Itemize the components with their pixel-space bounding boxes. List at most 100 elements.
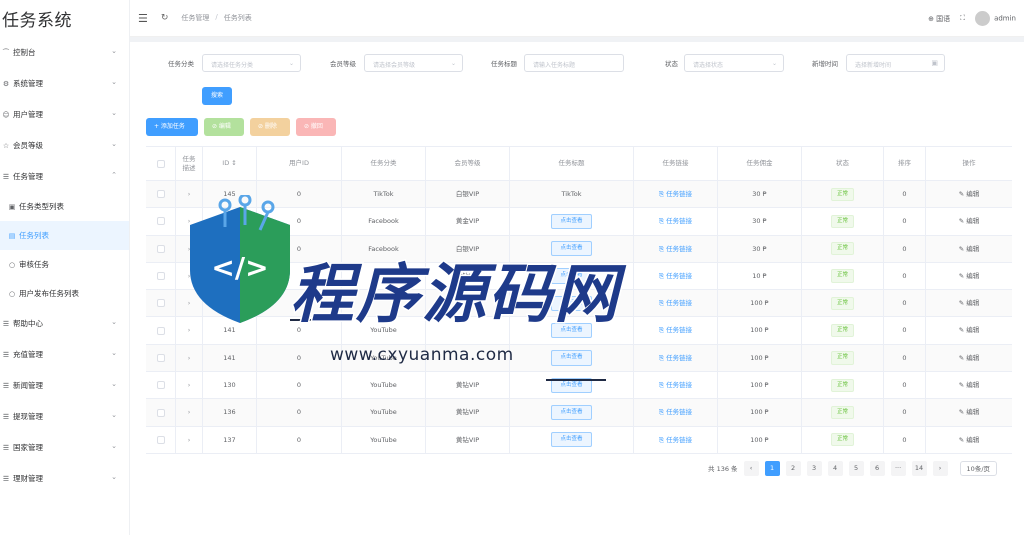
username: admin <box>994 14 1016 23</box>
row-edit-button[interactable]: ✎ 编辑 <box>959 436 980 444</box>
hamburger-icon[interactable]: ☰ <box>138 12 148 25</box>
page-button[interactable]: 2 <box>785 460 801 476</box>
row-checkbox[interactable] <box>156 299 165 308</box>
select-all-checkbox[interactable] <box>156 159 165 168</box>
uid-cell: 0 <box>257 426 342 453</box>
view-title-button[interactable]: 点击查看 <box>551 432 592 448</box>
add-task-button[interactable]: + 添加任务 <box>146 118 198 136</box>
sort-cell: 0 <box>884 344 926 372</box>
page-button[interactable]: 1 <box>764 460 780 476</box>
row-checkbox[interactable] <box>156 244 165 253</box>
fullscreen-icon[interactable]: ⛶ <box>960 14 965 23</box>
row-edit-button[interactable]: ✎ 编辑 <box>959 272 980 280</box>
row-checkbox[interactable] <box>156 326 165 335</box>
row-checkbox[interactable] <box>156 408 165 417</box>
task-link[interactable]: ⎘ 任务链接 <box>659 272 692 280</box>
page-button[interactable]: ··· <box>890 460 906 476</box>
status-cell: 正常 <box>802 290 884 317</box>
page-button[interactable]: 6 <box>869 460 885 476</box>
row-checkbox[interactable] <box>156 217 165 226</box>
delete-button[interactable]: ⊘ 删除 <box>250 118 290 136</box>
select-all-checkbox-cell[interactable] <box>146 147 176 180</box>
language-switch[interactable]: ⊕ 国语 <box>928 14 950 24</box>
view-title-button[interactable]: 点击查看 <box>551 404 592 421</box>
page-button[interactable]: 14 <box>911 460 927 476</box>
sort-cell: 0 <box>884 235 926 262</box>
sidebar-subitem[interactable]: ○ 用户发布任务列表 <box>0 279 129 308</box>
withdraw-button[interactable]: ⊘ 撤回 <box>296 118 336 136</box>
status-filter-label: 状态 <box>665 60 678 68</box>
sort-cell: 0 <box>884 181 926 208</box>
page-button[interactable]: 3 <box>806 460 822 476</box>
row-checkbox-cell <box>146 181 176 208</box>
column-header: 任务 描述 <box>176 147 203 180</box>
task-link[interactable]: ⎘ 任务链接 <box>659 299 692 307</box>
row-edit-button[interactable]: ✎ 编辑 <box>959 217 980 225</box>
page-button[interactable]: 4 <box>827 460 843 476</box>
sidebar-item[interactable]: ☺ 用户管理 ⌄ <box>0 99 129 130</box>
sidebar-item[interactable]: ☰ 充值管理 ⌄ <box>0 339 129 370</box>
sidebar-item[interactable]: ☰ 国家管理 ⌄ <box>0 432 129 463</box>
time-filter-label: 新增时间 <box>812 60 838 68</box>
level-cell: 黄钻VIP <box>426 399 510 426</box>
row-edit-button[interactable]: ✎ 编辑 <box>959 408 980 416</box>
sidebar-item[interactable]: ☰ 新闻管理 ⌄ <box>0 370 129 401</box>
row-checkbox[interactable] <box>156 435 165 444</box>
sidebar-item[interactable]: ☰ 提现管理 ⌄ <box>0 401 129 432</box>
sidebar-subitem[interactable]: ▣ 任务类型列表 <box>0 192 129 221</box>
expand-icon[interactable]: › <box>188 436 191 444</box>
user-menu[interactable]: admin <box>975 11 1016 26</box>
level-filter-select[interactable]: 请选择会员等级 ⌄ <box>364 54 463 72</box>
row-edit-button[interactable]: ✎ 编辑 <box>959 381 980 389</box>
sidebar-subitem[interactable]: ○ 审核任务 <box>0 250 129 279</box>
status-filter-select[interactable]: 请选择状态 ⌄ <box>684 54 784 72</box>
task-link[interactable]: ⎘ 任务链接 <box>659 408 692 416</box>
menu-icon: ☆ <box>2 141 10 150</box>
row-edit-button[interactable]: ✎ 编辑 <box>959 354 980 362</box>
menu-icon: ☰ <box>2 319 10 328</box>
avatar <box>975 11 991 26</box>
next-page-button[interactable]: › <box>932 460 948 476</box>
row-checkbox[interactable] <box>156 381 165 390</box>
task-link[interactable]: ⎘ 任务链接 <box>659 354 692 362</box>
row-edit-button[interactable]: ✎ 编辑 <box>959 299 980 307</box>
expand-icon[interactable]: › <box>188 408 191 416</box>
row-edit-button[interactable]: ✎ 编辑 <box>959 326 980 334</box>
pagination-total: 共 136 条 <box>708 465 738 473</box>
task-link[interactable]: ⎘ 任务链接 <box>659 326 692 334</box>
type-filter-select[interactable]: 请选择任务分类 ⌄ <box>202 54 301 72</box>
sidebar-item[interactable]: ⁀ 控制台 ⌄ <box>0 37 129 68</box>
title-filter-input[interactable]: 请输入任务标题 <box>524 54 624 72</box>
status-cell: 正常 <box>802 208 884 235</box>
breadcrumb-item: 任务列表 <box>223 14 252 22</box>
sidebar-item[interactable]: ⚙ 系统管理 ⌄ <box>0 68 129 99</box>
task-link[interactable]: ⎘ 任务链接 <box>659 436 692 444</box>
row-checkbox[interactable] <box>156 353 165 362</box>
row-checkbox-cell <box>146 317 176 344</box>
edit-button[interactable]: ⊘ 编辑 <box>204 118 244 136</box>
sidebar-subitem[interactable]: ▤ 任务列表 <box>0 221 129 250</box>
task-link[interactable]: ⎘ 任务链接 <box>659 245 692 253</box>
menu-icon: ○ <box>8 260 16 269</box>
column-header[interactable]: ID ↕ <box>203 147 257 180</box>
row-edit-button[interactable]: ✎ 编辑 <box>959 245 980 253</box>
page-size-select[interactable]: 10条/页 <box>959 460 998 476</box>
task-link[interactable]: ⎘ 任务链接 <box>659 381 692 389</box>
chevron-down-icon: ⌄ <box>111 47 117 55</box>
task-link[interactable]: ⎘ 任务链接 <box>659 217 692 225</box>
refresh-icon[interactable]: ↻ <box>161 13 169 23</box>
prev-page-button[interactable]: ‹ <box>743 460 759 476</box>
page-button[interactable]: 5 <box>848 460 864 476</box>
row-checkbox[interactable] <box>156 190 165 199</box>
sidebar-item[interactable]: ☰ 帮助中心 ⌄ <box>0 308 129 339</box>
sidebar-item[interactable]: ☰ 理财管理 ⌄ <box>0 463 129 494</box>
sidebar-item[interactable]: ☆ 会员等级 ⌄ <box>0 130 129 161</box>
search-button[interactable]: 搜索 <box>202 87 232 105</box>
sidebar-item[interactable]: ☰ 任务管理 ⌃ <box>0 161 129 192</box>
task-link[interactable]: ⎘ 任务链接 <box>659 190 692 198</box>
row-checkbox[interactable] <box>156 272 165 281</box>
breadcrumb-item[interactable]: 任务管理 <box>181 13 209 23</box>
row-edit-button[interactable]: ✎ 编辑 <box>959 190 980 198</box>
time-filter-picker[interactable]: 选择新增时间 ▣ <box>846 54 945 72</box>
type-filter-placeholder: 请选择任务分类 <box>211 62 254 69</box>
